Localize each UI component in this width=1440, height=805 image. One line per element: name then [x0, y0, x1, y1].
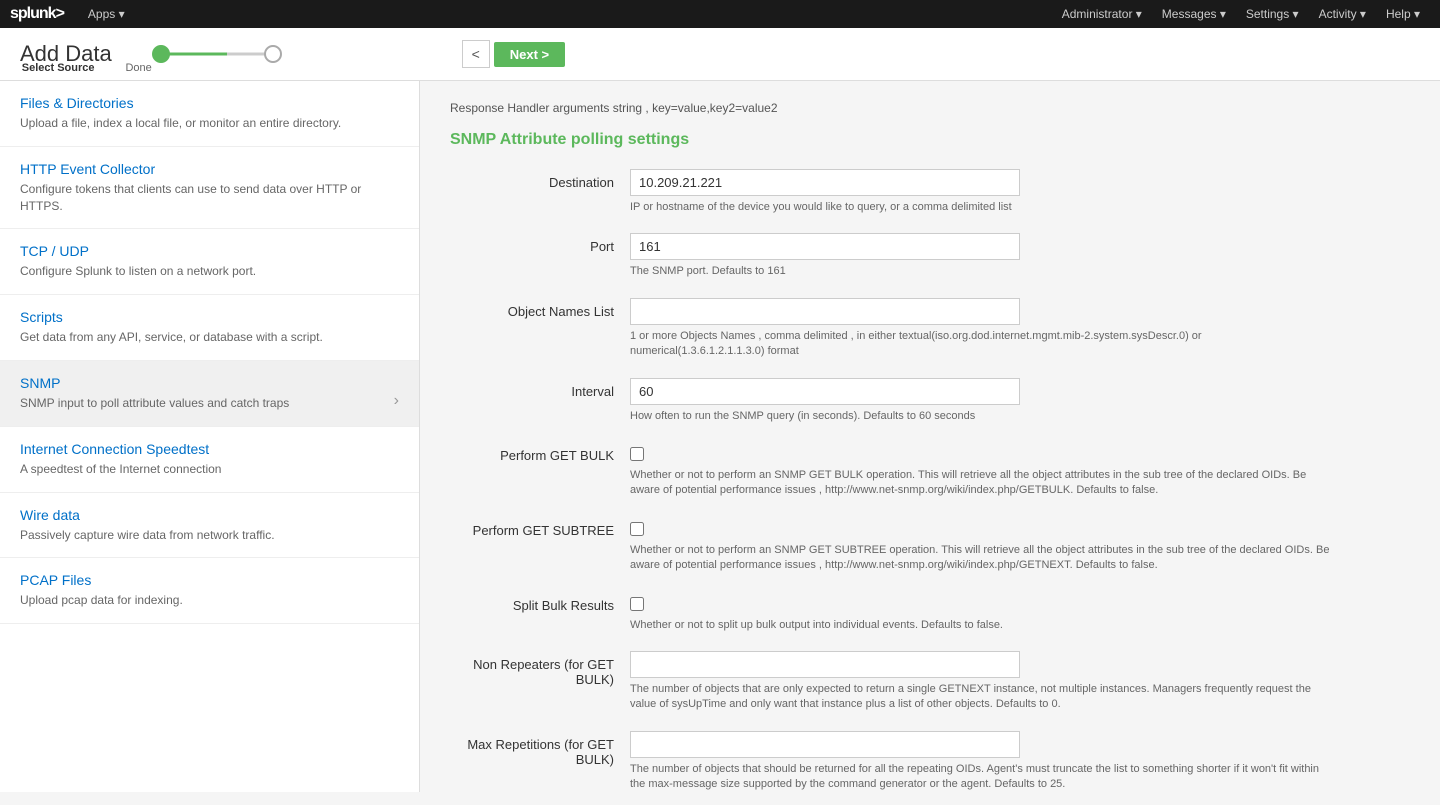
- apps-menu[interactable]: Apps ▾: [78, 0, 135, 28]
- administrator-menu[interactable]: Administrator ▾: [1052, 0, 1152, 28]
- sidebar-item-scripts-title: Scripts: [20, 309, 399, 325]
- form-row-object-names-list: Object Names List 1 or more Objects Name…: [450, 298, 1410, 360]
- form-row-interval: Interval How often to run the SNMP query…: [450, 378, 1410, 424]
- sidebar-item-http-event-collector-desc: Configure tokens that clients can use to…: [20, 181, 399, 215]
- input-destination[interactable]: [630, 169, 1020, 196]
- help-non-repeaters: The number of objects that are only expe…: [630, 682, 1330, 713]
- form-row-port: Port The SNMP port. Defaults to 161: [450, 233, 1410, 279]
- sidebar-item-files-directories-desc: Upload a file, index a local file, or mo…: [20, 115, 399, 132]
- help-port: The SNMP port. Defaults to 161: [630, 264, 1330, 279]
- label-object-names-list: Object Names List: [450, 298, 630, 319]
- input-perform-get-subtree[interactable]: [630, 522, 644, 536]
- messages-menu[interactable]: Messages ▾: [1152, 0, 1236, 28]
- help-object-names-list: 1 or more Objects Names , comma delimite…: [630, 329, 1330, 360]
- help-split-bulk-results: Whether or not to split up bulk output i…: [630, 618, 1330, 633]
- wizard-label-2: Done: [125, 62, 151, 74]
- field-object-names-list: 1 or more Objects Names , comma delimite…: [630, 298, 1410, 360]
- sidebar-item-files-directories[interactable]: Files & Directories Upload a file, index…: [0, 81, 419, 147]
- label-destination: Destination: [450, 169, 630, 190]
- sidebar-item-pcap-files-desc: Upload pcap data for indexing.: [20, 592, 399, 609]
- sidebar-item-snmp-arrow: ›: [394, 392, 399, 410]
- sidebar-item-scripts[interactable]: Scripts Get data from any API, service, …: [0, 295, 419, 361]
- field-port: The SNMP port. Defaults to 161: [630, 233, 1410, 279]
- logo-text: splunk: [10, 5, 56, 22]
- input-non-repeaters[interactable]: [630, 651, 1020, 678]
- field-non-repeaters: The number of objects that are only expe…: [630, 651, 1410, 713]
- sidebar-item-tcp-udp[interactable]: TCP / UDP Configure Splunk to listen on …: [0, 229, 419, 295]
- input-object-names-list[interactable]: [630, 298, 1020, 325]
- sidebar-item-snmp-desc: SNMP input to poll attribute values and …: [20, 395, 399, 412]
- label-split-bulk-results: Split Bulk Results: [450, 592, 630, 613]
- field-perform-get-bulk: Whether or not to perform an SNMP GET BU…: [630, 442, 1410, 499]
- help-max-repetitions: The number of objects that should be ret…: [630, 762, 1330, 792]
- sidebar-item-internet-connection-speedtest-title: Internet Connection Speedtest: [20, 441, 399, 457]
- form-row-non-repeaters: Non Repeaters (for GET BULK) The number …: [450, 651, 1410, 713]
- header: Add Data Select Source Done < Next >: [0, 28, 1440, 81]
- wizard-step-2: [264, 45, 282, 63]
- wizard-step-1: [152, 45, 170, 63]
- input-perform-get-bulk[interactable]: [630, 447, 644, 461]
- wizard-label-1: Select Source: [22, 62, 95, 74]
- label-port: Port: [450, 233, 630, 254]
- sidebar-item-files-directories-title: Files & Directories: [20, 95, 399, 111]
- input-max-repetitions[interactable]: [630, 731, 1020, 758]
- sidebar: Files & Directories Upload a file, index…: [0, 81, 420, 792]
- label-non-repeaters: Non Repeaters (for GET BULK): [450, 651, 630, 687]
- sidebar-item-pcap-files-title: PCAP Files: [20, 572, 399, 588]
- topnav-right: Administrator ▾ Messages ▾ Settings ▾ Ac…: [1052, 0, 1430, 28]
- wizard-track: [152, 45, 282, 63]
- field-destination: IP or hostname of the device you would l…: [630, 169, 1410, 215]
- sidebar-item-http-event-collector[interactable]: HTTP Event Collector Configure tokens th…: [0, 147, 419, 230]
- sidebar-item-internet-connection-speedtest[interactable]: Internet Connection Speedtest A speedtes…: [0, 427, 419, 493]
- main-layout: Files & Directories Upload a file, index…: [0, 81, 1440, 792]
- sidebar-item-internet-connection-speedtest-desc: A speedtest of the Internet connection: [20, 461, 399, 478]
- help-destination: IP or hostname of the device you would l…: [630, 200, 1330, 215]
- help-menu[interactable]: Help ▾: [1376, 0, 1430, 28]
- sidebar-item-tcp-udp-desc: Configure Splunk to listen on a network …: [20, 263, 399, 280]
- sidebar-item-snmp-title: SNMP: [20, 375, 399, 391]
- field-split-bulk-results: Whether or not to split up bulk output i…: [630, 592, 1410, 633]
- sidebar-item-pcap-files[interactable]: PCAP Files Upload pcap data for indexing…: [0, 558, 419, 624]
- form-row-perform-get-bulk: Perform GET BULK Whether or not to perfo…: [450, 442, 1410, 499]
- sidebar-item-scripts-desc: Get data from any API, service, or datab…: [20, 329, 399, 346]
- sidebar-item-wire-data[interactable]: Wire data Passively capture wire data fr…: [0, 493, 419, 559]
- wizard-progress: Select Source Done: [152, 45, 282, 63]
- form-row-destination: Destination IP or hostname of the device…: [450, 169, 1410, 215]
- response-handler-note: Response Handler arguments string , key=…: [450, 101, 1410, 115]
- field-max-repetitions: The number of objects that should be ret…: [630, 731, 1410, 792]
- label-perform-get-bulk: Perform GET BULK: [450, 442, 630, 463]
- input-port[interactable]: [630, 233, 1020, 260]
- help-interval: How often to run the SNMP query (in seco…: [630, 409, 1330, 424]
- topnav-left: splunk> Apps ▾: [10, 0, 135, 28]
- top-navigation: splunk> Apps ▾ Administrator ▾ Messages …: [0, 0, 1440, 28]
- label-max-repetitions: Max Repetitions (for GET BULK): [450, 731, 630, 767]
- activity-menu[interactable]: Activity ▾: [1309, 0, 1376, 28]
- wizard-nav: < Next >: [462, 40, 565, 68]
- logo-suffix: >: [56, 5, 64, 22]
- help-perform-get-bulk: Whether or not to perform an SNMP GET BU…: [630, 468, 1330, 499]
- settings-menu[interactable]: Settings ▾: [1236, 0, 1309, 28]
- form-row-perform-get-subtree: Perform GET SUBTREE Whether or not to pe…: [450, 517, 1410, 574]
- sidebar-item-snmp[interactable]: SNMP SNMP input to poll attribute values…: [0, 361, 419, 427]
- content-area: Response Handler arguments string , key=…: [420, 81, 1440, 792]
- splunk-logo[interactable]: splunk>: [10, 5, 64, 23]
- sidebar-item-http-event-collector-title: HTTP Event Collector: [20, 161, 399, 177]
- next-button[interactable]: Next >: [494, 42, 565, 67]
- sidebar-item-wire-data-desc: Passively capture wire data from network…: [20, 527, 399, 544]
- input-split-bulk-results[interactable]: [630, 597, 644, 611]
- field-interval: How often to run the SNMP query (in seco…: [630, 378, 1410, 424]
- form-row-split-bulk-results: Split Bulk Results Whether or not to spl…: [450, 592, 1410, 633]
- input-interval[interactable]: [630, 378, 1020, 405]
- label-interval: Interval: [450, 378, 630, 399]
- field-perform-get-subtree: Whether or not to perform an SNMP GET SU…: [630, 517, 1410, 574]
- form-row-max-repetitions: Max Repetitions (for GET BULK) The numbe…: [450, 731, 1410, 792]
- sidebar-item-wire-data-title: Wire data: [20, 507, 399, 523]
- help-perform-get-subtree: Whether or not to perform an SNMP GET SU…: [630, 543, 1330, 574]
- prev-button[interactable]: <: [462, 40, 490, 68]
- sidebar-item-tcp-udp-title: TCP / UDP: [20, 243, 399, 259]
- snmp-section-title: SNMP Attribute polling settings: [450, 131, 1410, 149]
- label-perform-get-subtree: Perform GET SUBTREE: [450, 517, 630, 538]
